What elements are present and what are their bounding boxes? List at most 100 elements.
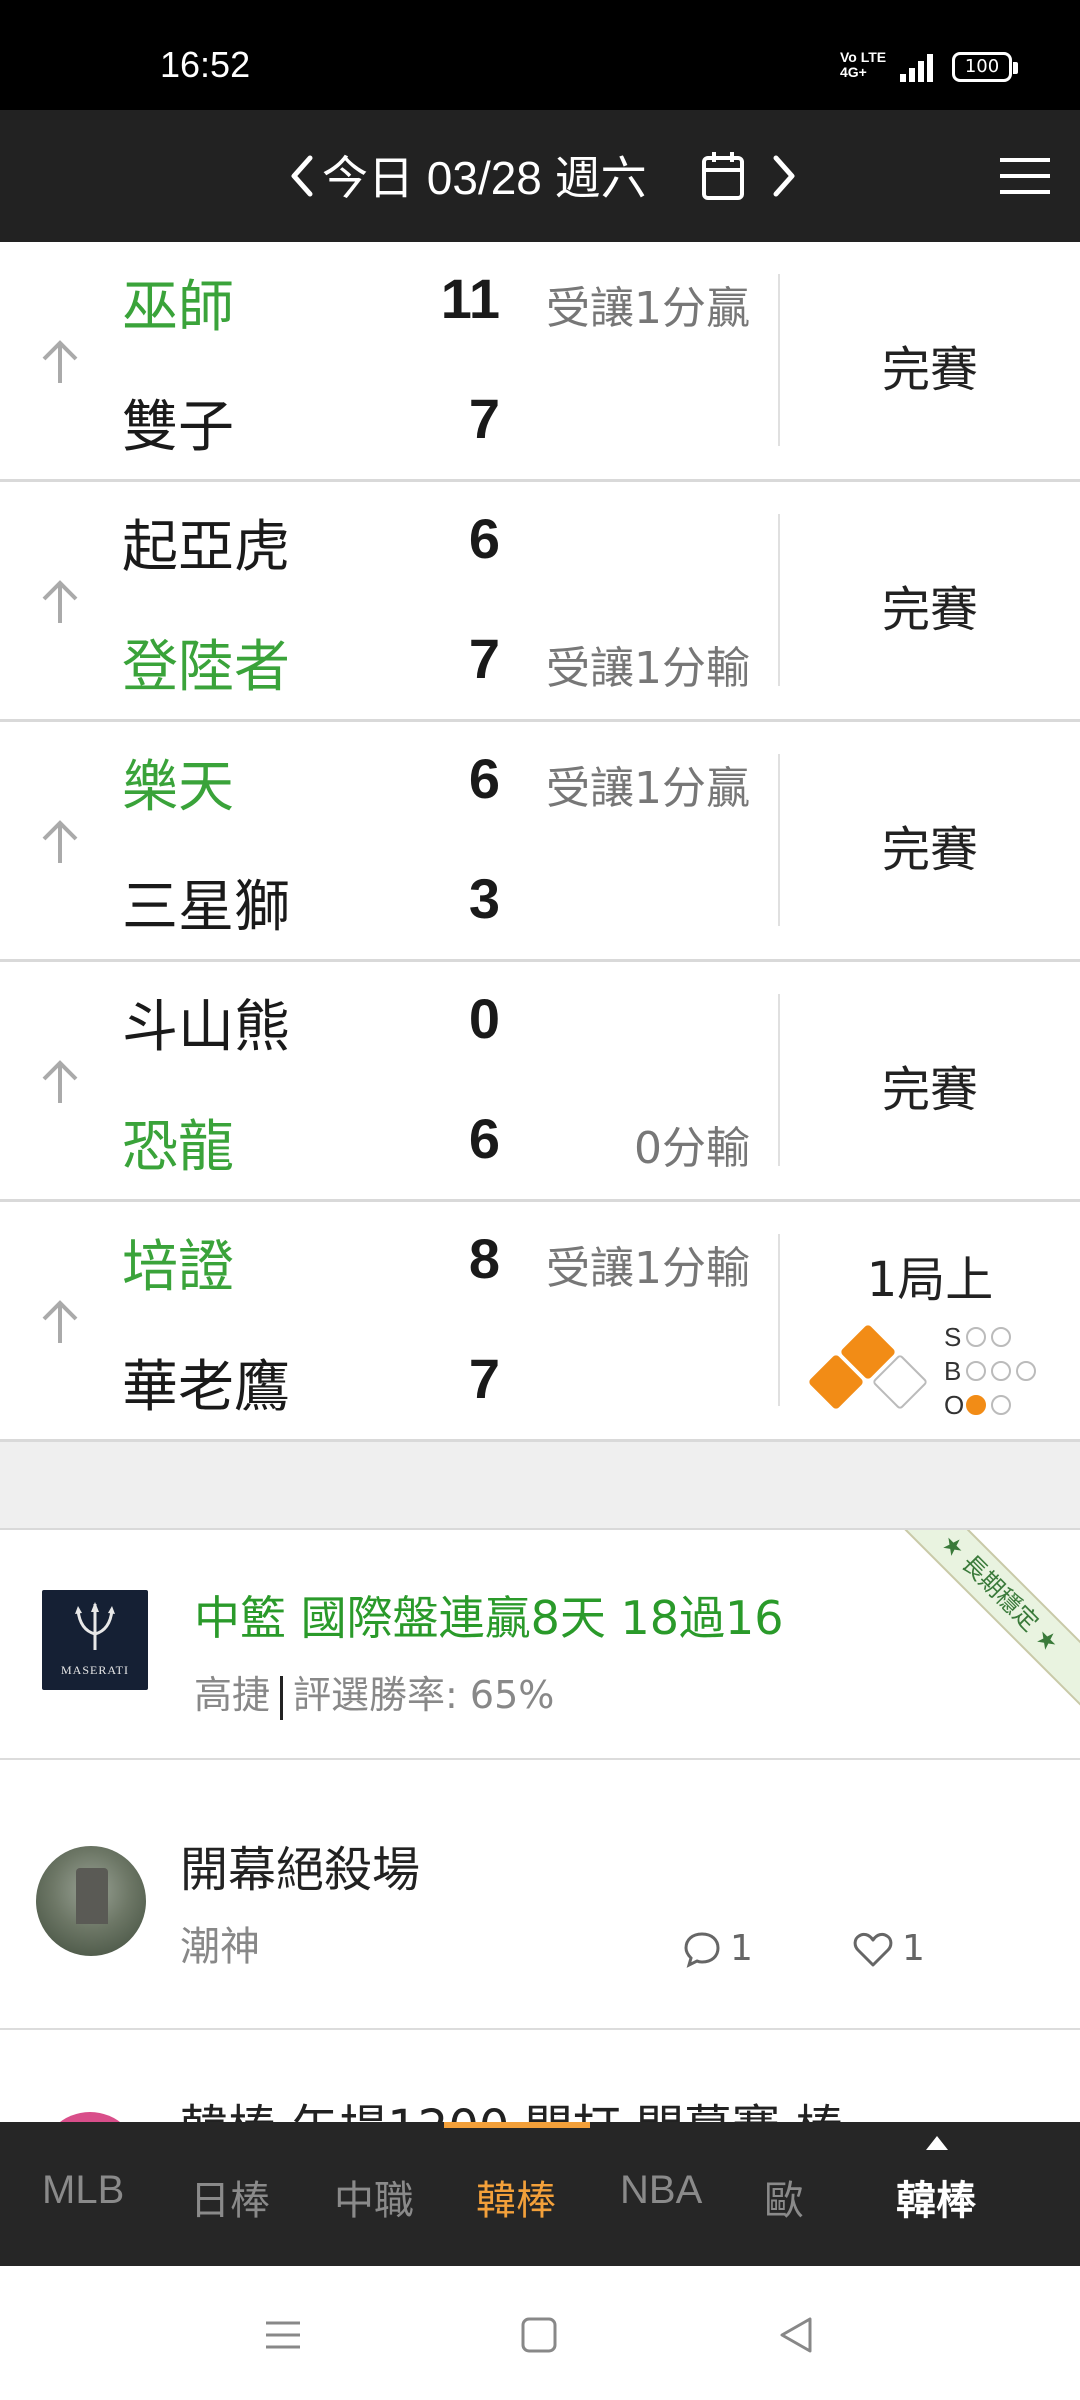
handicap-result: 受讓1分輸 bbox=[546, 1243, 750, 1294]
arrow-up-icon[interactable] bbox=[38, 577, 82, 627]
game-card[interactable]: 巫師 11 受讓1分贏 雙子 7 完賽 bbox=[0, 242, 1080, 482]
out-dot bbox=[991, 1395, 1011, 1415]
handicap-result: 受讓1分贏 bbox=[546, 763, 750, 814]
game-status: 完賽 bbox=[881, 342, 978, 398]
promo-author: 高捷 bbox=[194, 1673, 271, 1717]
home-team-score: 3 bbox=[468, 867, 500, 930]
game-card[interactable]: 斗山熊 0 恐龍 6 0分輸 完賽 bbox=[0, 962, 1080, 1202]
away-team-score: 11 bbox=[440, 267, 500, 330]
away-team-score: 0 bbox=[468, 987, 500, 1050]
home-team-name: 恐龍 bbox=[122, 1115, 234, 1180]
game-status: 完賽 bbox=[881, 822, 978, 878]
status-bar: 16:52 Vo LTE 4G+ 100 bbox=[0, 0, 1080, 110]
ball-dot bbox=[966, 1361, 986, 1381]
caret-up-icon bbox=[926, 2136, 948, 2150]
avatar-image bbox=[76, 1868, 108, 1924]
strike-dot bbox=[991, 1327, 1011, 1347]
post-author[interactable]: 潮神 bbox=[180, 1914, 260, 1972]
comment-icon bbox=[684, 1931, 720, 1968]
out-dot bbox=[966, 1395, 986, 1415]
handicap-result: 受讓1分贏 bbox=[546, 283, 750, 334]
post-item[interactable]: 開幕絕殺場 潮神 1 1 bbox=[0, 1762, 1080, 2030]
sbo-counter: S B O bbox=[944, 1320, 1041, 1422]
inning-status: 1局上 bbox=[866, 1252, 994, 1308]
tab-nba[interactable]: NBA bbox=[620, 2168, 702, 2213]
signal-icon bbox=[900, 52, 936, 82]
game-card[interactable]: 起亞虎 6 登陸者 7 受讓1分輸 完賽 bbox=[0, 482, 1080, 722]
status-time: 16:52 bbox=[160, 44, 251, 85]
game-card[interactable]: 樂天 6 受讓1分贏 三星獅 3 完賽 bbox=[0, 722, 1080, 962]
out-row: O bbox=[944, 1388, 1041, 1422]
comment-count-value: 1 bbox=[730, 1928, 753, 1969]
comment-count[interactable]: 1 bbox=[682, 1928, 753, 1969]
post-title[interactable]: 開幕絕殺場 bbox=[180, 1830, 420, 1900]
away-team-name: 培證 bbox=[122, 1235, 234, 1300]
out-label: O bbox=[944, 1390, 965, 1420]
promo-ribbon: ★ 長期穩定 ★ bbox=[877, 1530, 1080, 1716]
battery-level: 100 bbox=[964, 56, 1000, 77]
maserati-logo[interactable]: MASERATI bbox=[42, 1590, 148, 1690]
away-team-name: 斗山熊 bbox=[122, 995, 290, 1060]
ball-row: B bbox=[944, 1354, 1041, 1388]
chevron-right-icon[interactable] bbox=[764, 146, 804, 206]
ball-dot bbox=[1016, 1361, 1036, 1381]
selected-league-label[interactable]: 韓棒 bbox=[896, 2168, 976, 2226]
home-team-score: 7 bbox=[468, 627, 500, 690]
menu-nav-icon[interactable] bbox=[258, 2310, 308, 2360]
promo-rate: 評選勝率: 65% bbox=[293, 1673, 555, 1717]
promo-card[interactable]: MASERATI 中籃 國際盤連贏8天 18過16 高捷 評選勝率: 65% ★ … bbox=[0, 1530, 1080, 1760]
home-team-score: 7 bbox=[468, 1347, 500, 1410]
calendar-icon[interactable] bbox=[700, 150, 746, 202]
arrow-up-icon[interactable] bbox=[38, 1297, 82, 1347]
league-tab-bar: MLB 日棒 中職 韓棒 NBA 歐 韓棒 bbox=[0, 2122, 1080, 2266]
section-spacer bbox=[0, 1442, 1080, 1530]
away-team-score: 6 bbox=[468, 747, 500, 810]
home-team-score: 6 bbox=[468, 1107, 500, 1170]
strike-dot bbox=[966, 1327, 986, 1347]
home-team-name: 雙子 bbox=[122, 395, 234, 460]
date-header: 今日 03/28 週六 bbox=[0, 110, 1080, 242]
away-team-name: 巫師 bbox=[122, 275, 234, 340]
divider bbox=[280, 1675, 284, 1720]
away-team-score: 8 bbox=[468, 1227, 500, 1290]
back-nav-icon[interactable] bbox=[772, 2310, 822, 2360]
battery-icon: 100 bbox=[952, 52, 1018, 82]
tab-europe[interactable]: 歐 bbox=[764, 2168, 804, 2226]
brand-text: MASERATI bbox=[60, 1663, 129, 1677]
home-team-name: 三星獅 bbox=[122, 875, 290, 940]
away-team-score: 6 bbox=[468, 507, 500, 570]
tab-npb[interactable]: 日棒 bbox=[190, 2168, 270, 2226]
game-status: 完賽 bbox=[881, 582, 978, 638]
game-card-live[interactable]: 培證 8 受讓1分輸 華老鷹 7 1局上 S B O bbox=[0, 1202, 1080, 1442]
tab-mlb[interactable]: MLB bbox=[42, 2168, 124, 2213]
home-team-name: 華老鷹 bbox=[122, 1355, 290, 1420]
ball-label: B bbox=[944, 1356, 962, 1386]
like-count[interactable]: 1 bbox=[852, 1928, 925, 1969]
game-status: 完賽 bbox=[881, 1062, 978, 1118]
arrow-up-icon[interactable] bbox=[38, 337, 82, 387]
heart-icon bbox=[853, 1932, 893, 1966]
handicap-result: 0分輸 bbox=[634, 1123, 750, 1174]
home-nav-icon[interactable] bbox=[514, 2310, 564, 2360]
menu-icon[interactable] bbox=[998, 154, 1052, 198]
tab-kbo[interactable]: 韓棒 bbox=[476, 2168, 556, 2226]
tab-cpbl[interactable]: 中職 bbox=[334, 2168, 414, 2226]
games-list: 巫師 11 受讓1分贏 雙子 7 完賽 起亞虎 6 登陸者 7 受讓1分輸 完賽… bbox=[0, 242, 1080, 1442]
base-diamond bbox=[807, 1323, 938, 1424]
home-team-score: 7 bbox=[468, 387, 500, 450]
arrow-up-icon[interactable] bbox=[38, 817, 82, 867]
avatar[interactable] bbox=[36, 1846, 146, 1956]
network-indicator: Vo LTE 4G+ bbox=[840, 49, 887, 80]
handicap-result: 受讓1分輸 bbox=[546, 643, 750, 694]
home-team-name: 登陸者 bbox=[122, 635, 290, 700]
arrow-up-icon[interactable] bbox=[38, 1057, 82, 1107]
away-team-name: 起亞虎 bbox=[122, 515, 290, 580]
trident-icon bbox=[75, 1602, 115, 1650]
like-count-value: 1 bbox=[902, 1928, 925, 1969]
post-item[interactable]: 韓棒 午場1200 開打 開幕賽 棒 bbox=[0, 2030, 1080, 2130]
promo-title[interactable]: 中籃 國際盤連贏8天 18過16 bbox=[194, 1582, 784, 1648]
chevron-left-icon[interactable] bbox=[282, 146, 322, 206]
away-team-name: 樂天 bbox=[122, 755, 234, 820]
strike-label: S bbox=[944, 1322, 962, 1352]
date-label[interactable]: 今日 03/28 週六 bbox=[322, 142, 647, 208]
